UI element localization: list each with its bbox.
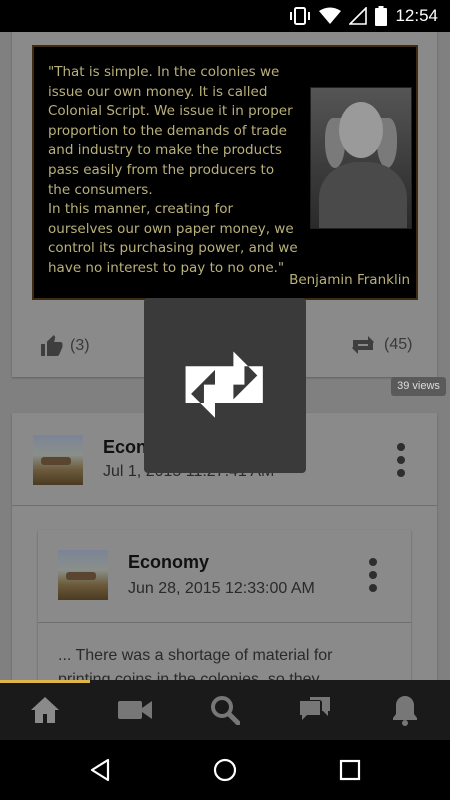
- franklin-portrait: [310, 87, 412, 229]
- home-icon: [31, 697, 59, 723]
- views-badge: 39 views: [391, 377, 446, 396]
- nav-home[interactable]: [0, 680, 90, 740]
- home-circle-icon: [213, 758, 237, 782]
- avatar[interactable]: [33, 435, 83, 485]
- more-options-icon[interactable]: [396, 443, 406, 479]
- nav-search[interactable]: [180, 680, 270, 740]
- divider: [38, 622, 411, 623]
- chat-icon: [300, 697, 330, 720]
- status-bar: 12:54: [0, 0, 450, 32]
- post-excerpt: ... There was a shortage of material for…: [58, 647, 333, 680]
- repost-icon: [185, 351, 263, 418]
- like-button[interactable]: (3): [40, 334, 90, 358]
- bottom-navigation: [0, 680, 450, 740]
- back-icon: [90, 758, 110, 782]
- reposts-count: (45): [384, 336, 413, 353]
- active-tab-indicator: [0, 680, 90, 683]
- shared-post-date: Jun 28, 2015 12:33:00 AM: [128, 580, 315, 597]
- quote-image[interactable]: "That is simple. In the colonies we issu…: [32, 45, 418, 300]
- nav-video[interactable]: [90, 680, 180, 740]
- quote-author: Benjamin Franklin: [289, 272, 410, 288]
- quote-text: "That is simple. In the colonies we issu…: [48, 64, 298, 276]
- recents-icon: [339, 759, 361, 781]
- thumbs-up-icon: [41, 335, 63, 356]
- search-icon: [211, 696, 240, 725]
- nav-notifications[interactable]: [360, 680, 450, 740]
- shared-post-card[interactable]: Economy Jun 28, 2015 12:33:00 AM ... The…: [38, 530, 411, 680]
- shared-more-options-icon[interactable]: [368, 558, 378, 594]
- video-icon: [118, 701, 152, 719]
- system-back-button[interactable]: [80, 750, 120, 790]
- status-icons: 12:54: [289, 0, 438, 32]
- nav-chat[interactable]: [270, 680, 360, 740]
- system-navigation: [0, 740, 450, 800]
- vibrate-icon: [290, 7, 311, 25]
- wifi-icon: [319, 7, 342, 24]
- system-home-button[interactable]: [205, 750, 245, 790]
- likes-count: (3): [70, 337, 90, 354]
- shared-avatar[interactable]: [58, 550, 108, 600]
- clock: 12:54: [395, 6, 438, 25]
- system-recents-button[interactable]: [330, 750, 370, 790]
- divider: [12, 505, 437, 506]
- signal-icon: [349, 7, 368, 25]
- repost-button[interactable]: (45): [348, 334, 412, 356]
- repost-toast: [144, 298, 306, 473]
- repost-icon: [352, 336, 374, 354]
- battery-icon: [375, 6, 388, 26]
- bell-icon: [393, 696, 417, 726]
- shared-post-title[interactable]: Economy: [128, 552, 209, 573]
